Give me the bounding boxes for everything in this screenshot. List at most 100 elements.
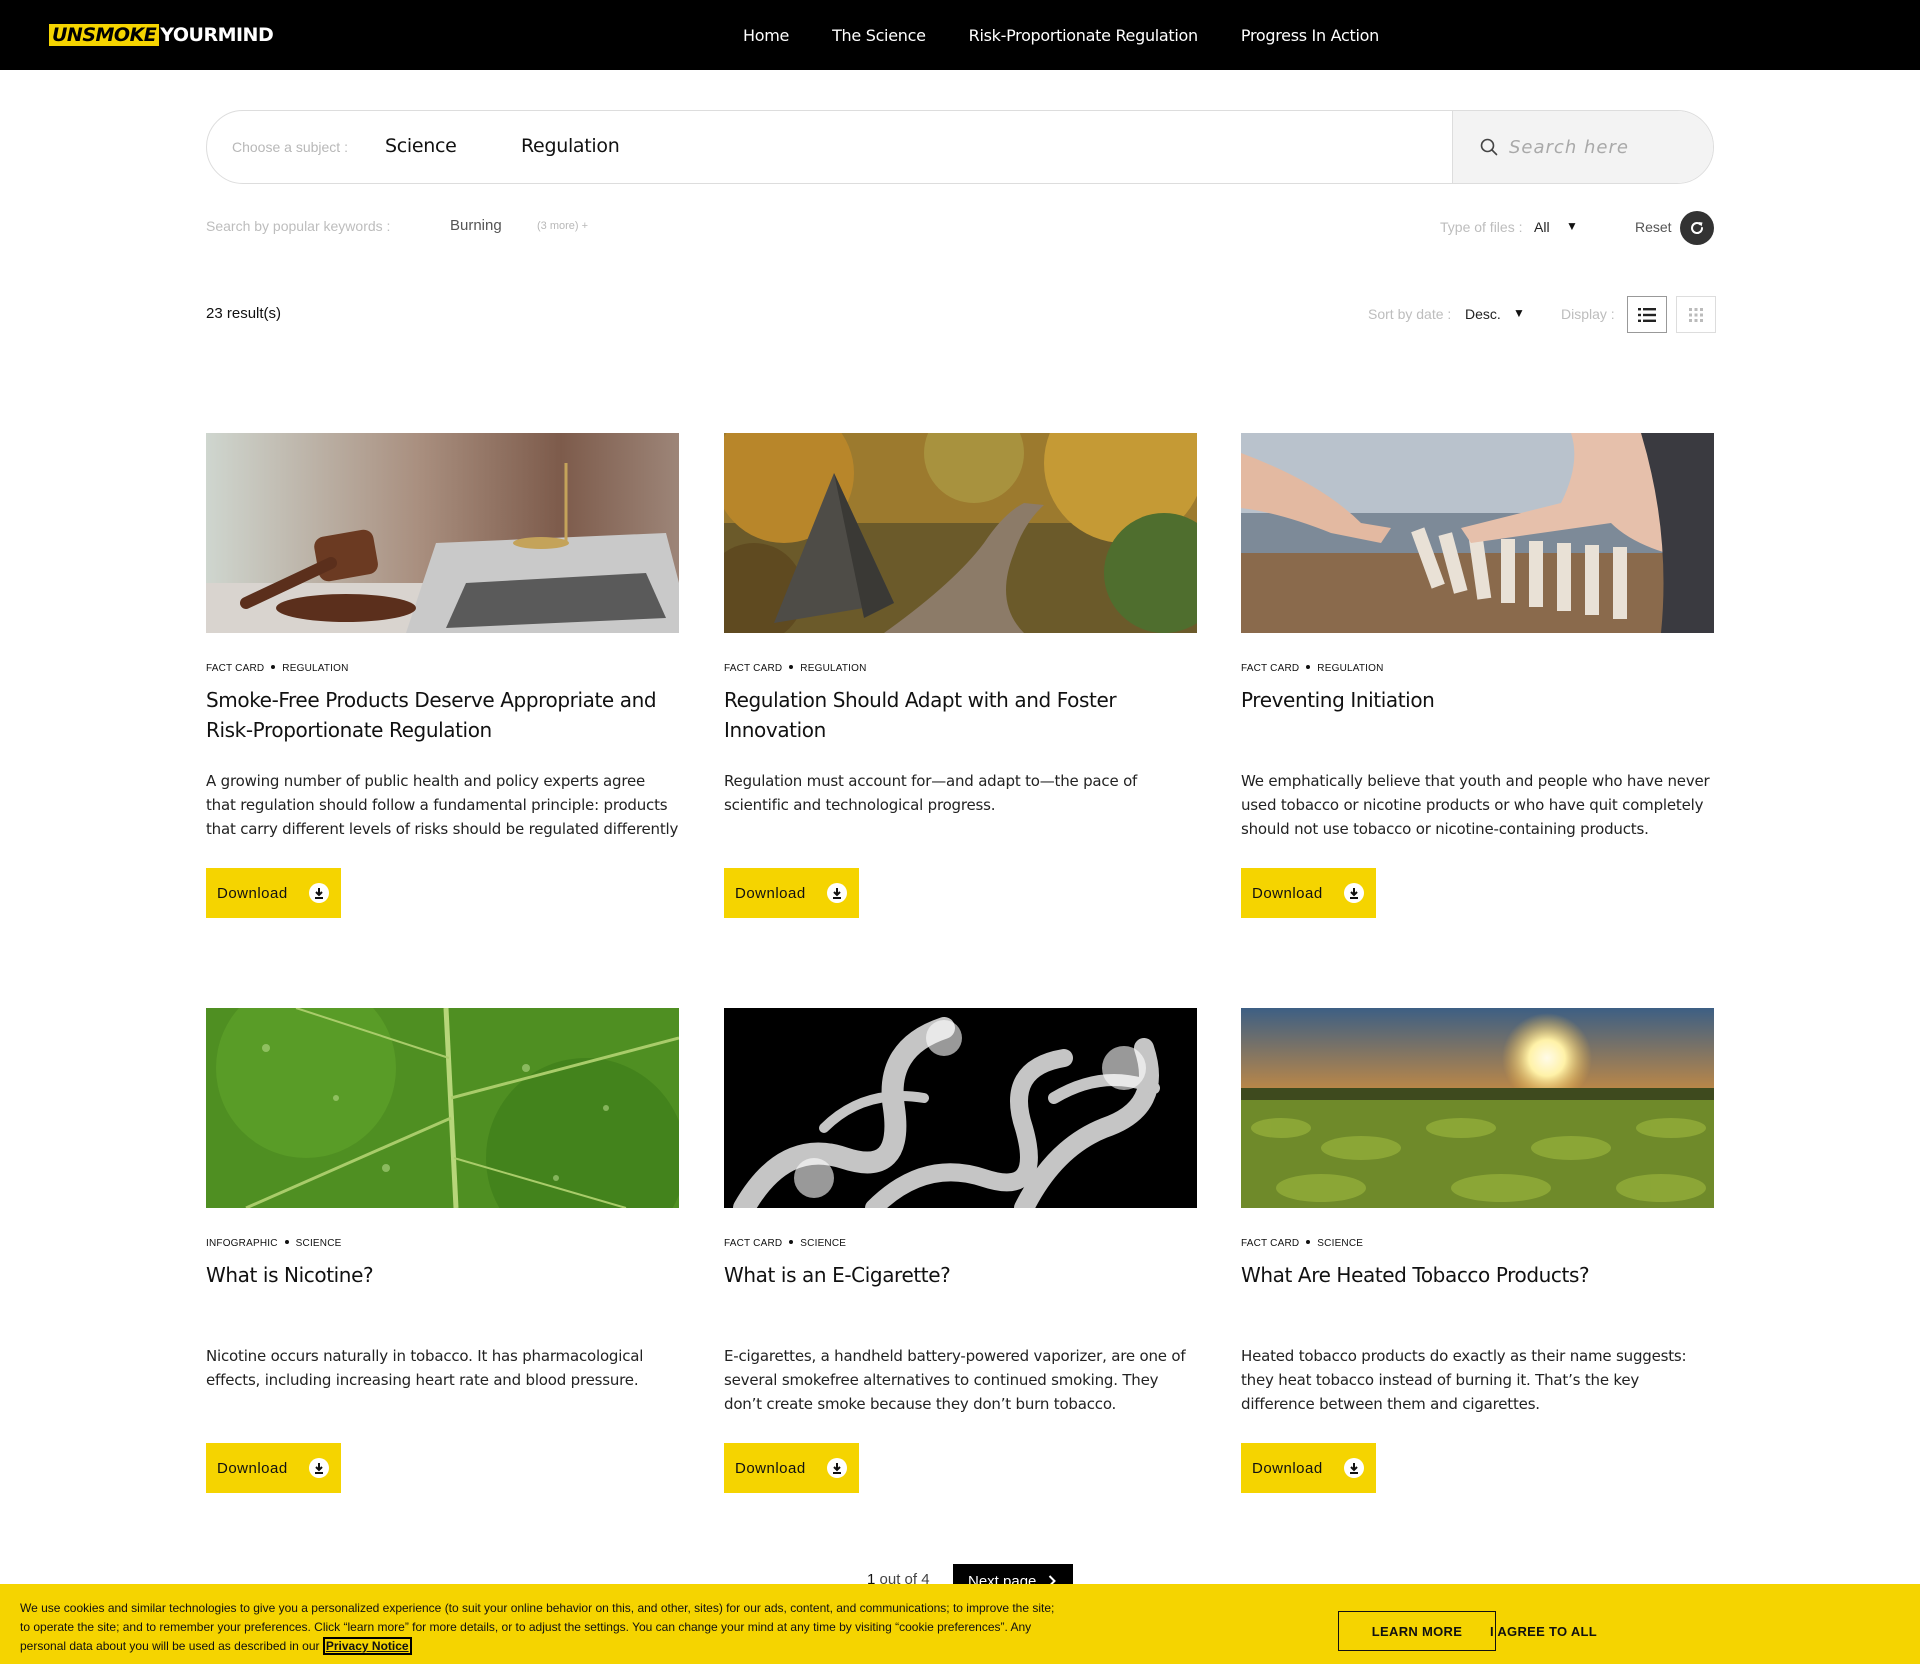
grid-view-button[interactable]	[1676, 296, 1716, 333]
download-icon	[1344, 1458, 1364, 1478]
card-title[interactable]: Smoke-Free Products Deserve Appropriate …	[206, 685, 679, 745]
bullet-icon	[271, 665, 276, 670]
card-description: E-cigarettes, a handheld battery-powered…	[724, 1347, 1186, 1413]
results-number: 23	[206, 305, 223, 322]
list-icon	[1638, 307, 1656, 322]
search-icon	[1480, 138, 1498, 156]
card-type: FACT CARD	[206, 663, 265, 674]
card-type: FACT CARD	[1241, 1238, 1300, 1249]
bullet-icon	[1306, 665, 1311, 670]
keywords-label: Search by popular keywords :	[206, 218, 391, 234]
card-tags: FACT CARD REGULATION	[206, 663, 349, 674]
nav-risk-proportionate-regulation[interactable]: Risk-Proportionate Regulation	[969, 26, 1199, 45]
card-subject: SCIENCE	[800, 1238, 847, 1249]
card-description: We emphatically believe that youth and p…	[1241, 772, 1710, 838]
results-suffix: result(s)	[222, 305, 282, 322]
reset-label[interactable]: Reset	[1635, 219, 1672, 235]
caret-down-icon[interactable]: ▼	[1513, 306, 1525, 320]
card-description: A growing number of public health and po…	[206, 772, 679, 838]
download-button[interactable]: Download	[206, 1443, 341, 1493]
download-label: Download	[735, 884, 806, 902]
card-type: INFOGRAPHIC	[206, 1238, 278, 1249]
card-subject: SCIENCE	[295, 1238, 342, 1249]
card-tags: FACT CARD SCIENCE	[1241, 1238, 1363, 1249]
agree-to-all-button[interactable]: I AGREE TO ALL	[1490, 1611, 1597, 1651]
nav-progress-in-action[interactable]: Progress In Action	[1241, 26, 1379, 45]
download-button[interactable]: Download	[1241, 1443, 1376, 1493]
resource-card: FACT CARD SCIENCE What Are Heated Tobacco…	[1241, 1008, 1714, 1493]
card-type: FACT CARD	[724, 663, 783, 674]
card-image-leaf[interactable]	[206, 1008, 679, 1208]
download-button[interactable]: Download	[724, 868, 859, 918]
card-image-tobacco-field[interactable]	[1241, 1008, 1714, 1208]
file-type-select[interactable]: All	[1534, 219, 1550, 235]
resource-card: FACT CARD REGULATION Regulation Should Ad…	[724, 433, 1197, 918]
card-type: FACT CARD	[724, 1238, 783, 1249]
download-button[interactable]: Download	[724, 1443, 859, 1493]
refresh-icon	[1691, 222, 1704, 234]
file-type-label: Type of files :	[1440, 219, 1523, 235]
sort-label: Sort by date :	[1368, 306, 1452, 322]
site-logo[interactable]: UNSMOKE YOURMIND	[49, 24, 274, 46]
download-label: Download	[1252, 884, 1323, 902]
search-input[interactable]	[1509, 133, 1699, 161]
bullet-icon	[789, 1240, 794, 1245]
bullet-icon	[284, 1240, 289, 1245]
top-navigation-bar: UNSMOKE YOURMIND Home The Science Risk-P…	[0, 0, 1920, 70]
card-image-smoke[interactable]	[724, 1008, 1197, 1208]
card-title[interactable]: Preventing Initiation	[1241, 685, 1714, 715]
download-icon	[827, 1458, 847, 1478]
bullet-icon	[789, 665, 794, 670]
card-subject: REGULATION	[800, 663, 867, 674]
privacy-notice-link[interactable]: Privacy Notice	[322, 1637, 412, 1655]
download-button[interactable]: Download	[1241, 868, 1376, 918]
card-tags: FACT CARD REGULATION	[724, 663, 867, 674]
nav-the-science[interactable]: The Science	[832, 26, 926, 45]
card-subject: SCIENCE	[1317, 1238, 1364, 1249]
subject-option-science[interactable]: Science	[385, 135, 457, 157]
learn-more-button[interactable]: LEARN MORE	[1338, 1611, 1496, 1651]
card-image-gavel[interactable]	[206, 433, 679, 633]
search-box	[1452, 111, 1713, 183]
card-title[interactable]: Regulation Should Adapt with and Foster …	[724, 685, 1197, 745]
caret-down-icon[interactable]: ▼	[1566, 219, 1578, 233]
list-view-button[interactable]	[1627, 296, 1667, 333]
download-icon	[1344, 883, 1364, 903]
card-description: Nicotine occurs naturally in tobacco. It…	[206, 1347, 644, 1389]
grid-icon	[1689, 307, 1703, 322]
nav-home[interactable]: Home	[743, 26, 789, 45]
card-tags: FACT CARD REGULATION	[1241, 663, 1384, 674]
results-count: 23 result(s)	[206, 305, 281, 322]
card-title[interactable]: What is Nicotine?	[206, 1260, 679, 1290]
download-label: Download	[217, 884, 288, 902]
logo-yourmind: YOURMIND	[160, 24, 274, 46]
download-label: Download	[1252, 1459, 1323, 1477]
download-label: Download	[217, 1459, 288, 1477]
card-title[interactable]: What is an E-Cigarette?	[724, 1260, 1197, 1290]
card-description: Heated tobacco products do exactly as th…	[1241, 1347, 1687, 1413]
reset-button[interactable]	[1680, 211, 1714, 245]
download-icon	[827, 883, 847, 903]
card-title[interactable]: What Are Heated Tobacco Products?	[1241, 1260, 1714, 1290]
keyword-burning[interactable]: Burning	[450, 217, 502, 234]
more-keywords-toggle[interactable]: (3 more) +	[537, 220, 588, 232]
download-button[interactable]: Download	[206, 868, 341, 918]
display-label: Display :	[1561, 306, 1615, 322]
download-label: Download	[735, 1459, 806, 1477]
resource-card: FACT CARD REGULATION Preventing Initiatio…	[1241, 433, 1714, 918]
subject-option-regulation[interactable]: Regulation	[521, 135, 620, 157]
sort-select[interactable]: Desc.	[1465, 306, 1501, 322]
resource-card: INFOGRAPHIC SCIENCE What is Nicotine? Nic…	[206, 1008, 679, 1493]
card-image-forest-road[interactable]	[724, 433, 1197, 633]
cookie-message: We use cookies and similar technologies …	[20, 1599, 1060, 1656]
resource-card: FACT CARD SCIENCE What is an E-Cigarette?…	[724, 1008, 1197, 1493]
download-icon	[309, 883, 329, 903]
resource-card: FACT CARD REGULATION Smoke-Free Products …	[206, 433, 679, 918]
main-nav: Home The Science Risk-Proportionate Regu…	[743, 0, 1379, 70]
download-icon	[309, 1458, 329, 1478]
card-image-dominoes[interactable]	[1241, 433, 1714, 633]
cookie-banner: We use cookies and similar technologies …	[0, 1584, 1920, 1664]
card-description: Regulation must account for—and adapt to…	[724, 772, 1138, 814]
subject-label: Choose a subject :	[232, 139, 348, 155]
card-subject: REGULATION	[1317, 663, 1384, 674]
